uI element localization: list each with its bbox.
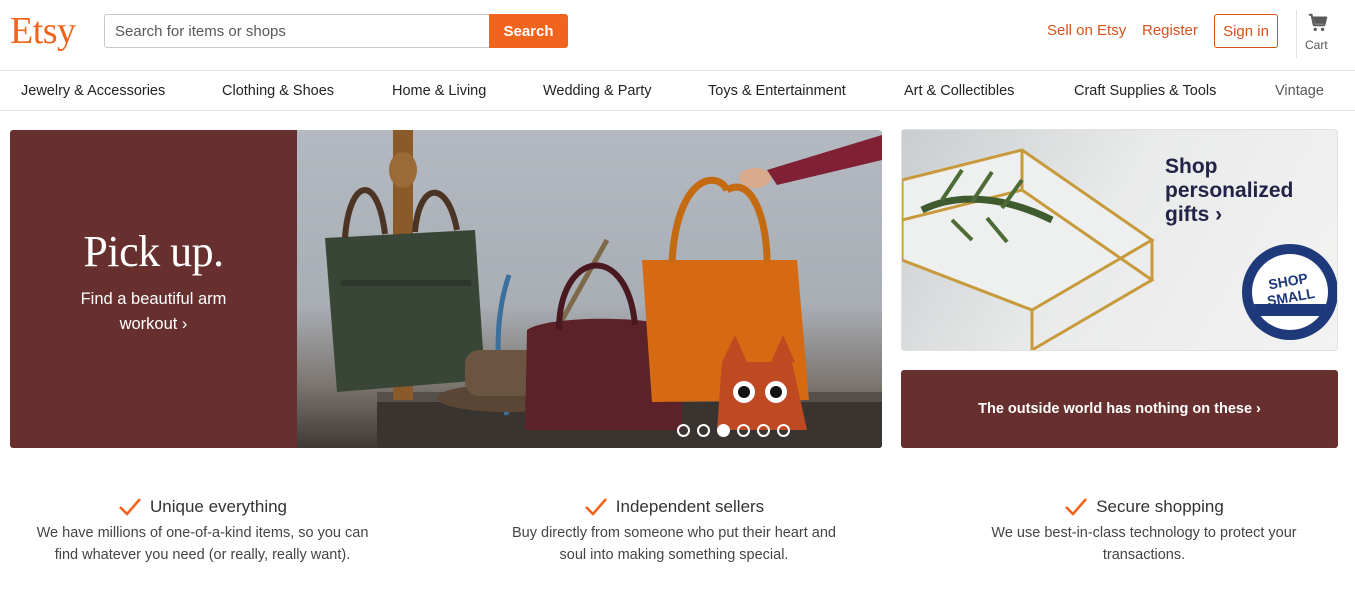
sign-in-button[interactable]: Sign in bbox=[1214, 14, 1278, 48]
hero-title: Pick up. bbox=[83, 227, 224, 276]
value-prop-unique: Unique everything We have millions of on… bbox=[30, 496, 375, 566]
value-prop-body: Buy directly from someone who put their … bbox=[512, 525, 836, 563]
value-prop-sellers: Independent sellers Buy directly from so… bbox=[500, 496, 848, 566]
category-toys-entertainment[interactable]: Toys & Entertainment bbox=[708, 83, 846, 99]
checkmark-icon bbox=[584, 498, 607, 516]
register-link[interactable]: Register bbox=[1142, 22, 1198, 39]
carousel-dot[interactable] bbox=[757, 424, 770, 437]
hero-illustration bbox=[325, 130, 882, 448]
carousel-dot[interactable] bbox=[777, 424, 790, 437]
etsy-logo[interactable]: Etsy bbox=[10, 9, 76, 53]
hero-bags-image[interactable] bbox=[297, 130, 882, 448]
category-nav: Jewelry & Accessories Clothing & Shoes H… bbox=[0, 71, 1355, 111]
hero-subtitle-link[interactable]: Find a beautiful arm workout › bbox=[60, 287, 247, 337]
value-prop-title: Secure shopping bbox=[1096, 497, 1224, 516]
carousel-dot[interactable] bbox=[677, 424, 690, 437]
category-jewelry-accessories[interactable]: Jewelry & Accessories bbox=[21, 83, 165, 99]
personalized-gifts-title: Shop personalized gifts › bbox=[1165, 155, 1294, 226]
site-header: Etsy Search Sell on Etsy Register Sign i… bbox=[0, 0, 1355, 71]
cart-label: Cart bbox=[1305, 38, 1328, 52]
checkmark-icon bbox=[119, 498, 141, 516]
outside-world-promo-text: The outside world has nothing on these › bbox=[978, 401, 1261, 417]
category-craft-supplies-tools[interactable]: Craft Supplies & Tools bbox=[1074, 83, 1216, 99]
cart-button[interactable]: Cart bbox=[1296, 10, 1340, 58]
search-button[interactable]: Search bbox=[489, 14, 568, 48]
value-prop-body: We use best-in-class technology to prote… bbox=[991, 525, 1297, 563]
checkmark-icon bbox=[1065, 498, 1088, 516]
carousel-dot[interactable] bbox=[737, 424, 750, 437]
category-art-collectibles[interactable]: Art & Collectibles bbox=[904, 83, 1014, 99]
value-prop-body: We have millions of one-of-a-kind items,… bbox=[36, 525, 369, 563]
carousel-dot[interactable] bbox=[697, 424, 710, 437]
sell-on-etsy-link[interactable]: Sell on Etsy bbox=[1047, 22, 1126, 39]
category-home-living[interactable]: Home & Living bbox=[392, 83, 486, 99]
search-box bbox=[104, 14, 490, 48]
outside-world-promo[interactable]: The outside world has nothing on these › bbox=[901, 370, 1338, 448]
category-clothing-shoes[interactable]: Clothing & Shoes bbox=[222, 83, 334, 99]
value-prop-title: Independent sellers bbox=[615, 497, 765, 516]
value-prop-title: Unique everything bbox=[149, 497, 288, 516]
category-wedding-party[interactable]: Wedding & Party bbox=[543, 83, 652, 99]
hero-carousel: Pick up. Find a beautiful arm workout › bbox=[10, 130, 882, 448]
shop-small-badge-icon: SHOP SMALL bbox=[1242, 244, 1337, 340]
category-vintage[interactable]: Vintage bbox=[1275, 83, 1324, 99]
carousel-dot-active[interactable] bbox=[717, 424, 730, 437]
value-prop-secure: Secure shopping We use best-in-class tec… bbox=[970, 496, 1318, 566]
hero-text-panel: Pick up. Find a beautiful arm workout › bbox=[10, 130, 297, 448]
cart-icon bbox=[1308, 13, 1328, 32]
personalized-gifts-promo[interactable]: Shop personalized gifts › SHOP SMALL bbox=[901, 129, 1338, 351]
search-input[interactable] bbox=[105, 15, 490, 47]
